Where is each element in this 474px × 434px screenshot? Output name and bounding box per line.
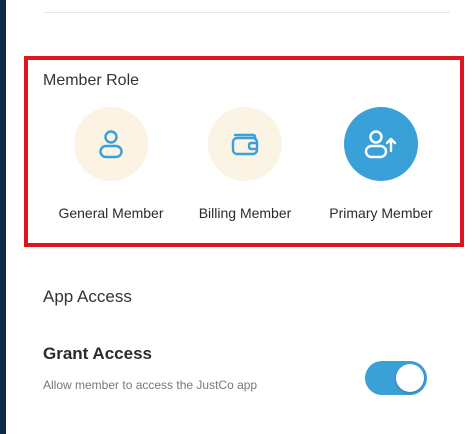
grant-access-description: Allow member to access the JustCo app	[43, 378, 258, 392]
grant-access-toggle[interactable]	[365, 361, 427, 395]
app-access-section-title: App Access	[43, 287, 132, 306]
wallet-icon	[231, 133, 259, 156]
role-circle-billing[interactable]	[208, 107, 282, 181]
role-option-billing-member[interactable]: Billing Member	[180, 107, 310, 221]
role-label-general: General Member	[58, 205, 164, 221]
role-label-primary: Primary Member	[329, 205, 433, 221]
member-role-title: Member Role	[43, 72, 140, 89]
role-label-billing: Billing Member	[198, 205, 292, 221]
top-divider	[44, 12, 450, 13]
person-icon	[99, 130, 123, 159]
role-circle-primary[interactable]	[344, 107, 418, 181]
toggle-knob	[396, 364, 424, 392]
left-accent-bar	[0, 0, 6, 434]
role-option-general-member[interactable]: General Member	[46, 107, 176, 221]
role-option-primary-member[interactable]: Primary Member	[316, 107, 446, 221]
person-arrow-up-icon	[364, 130, 397, 159]
member-settings-page: Member Role General Member Billing Membe…	[0, 0, 474, 434]
grant-access-title: Grant Access	[43, 344, 152, 363]
role-circle-general[interactable]	[74, 107, 148, 181]
